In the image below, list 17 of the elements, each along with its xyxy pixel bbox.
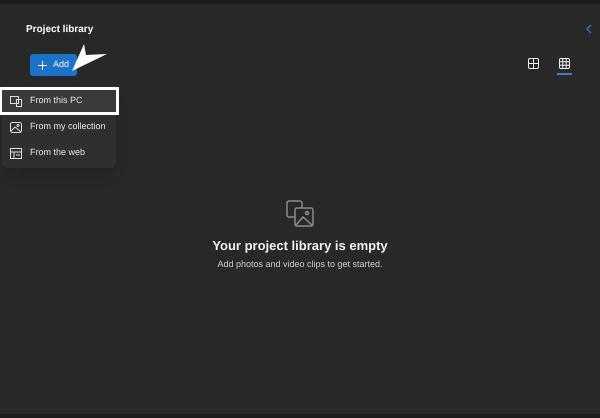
web-image-icon [10, 148, 22, 158]
image-icon [10, 122, 22, 132]
page-title: Project library [26, 23, 94, 37]
empty-subtitle: Add photos and video clips to get started. [217, 258, 383, 271]
menu-item[interactable]: From the web [2, 142, 116, 164]
add-button[interactable]: Add [30, 54, 78, 76]
chevron-left-icon[interactable] [586, 24, 592, 34]
menu-item[interactable]: From this PC [2, 90, 116, 112]
view-toggle[interactable] [557, 56, 572, 74]
pointer-arrow-icon [72, 44, 108, 72]
grid-icon [528, 58, 539, 68]
gallery-icon [286, 200, 314, 228]
grid-icon [559, 58, 570, 68]
plus-icon [38, 60, 47, 70]
empty-title: Your project library is empty [212, 237, 388, 255]
menu-item[interactable]: From my collection [2, 116, 116, 138]
monitor-icon [10, 96, 22, 106]
